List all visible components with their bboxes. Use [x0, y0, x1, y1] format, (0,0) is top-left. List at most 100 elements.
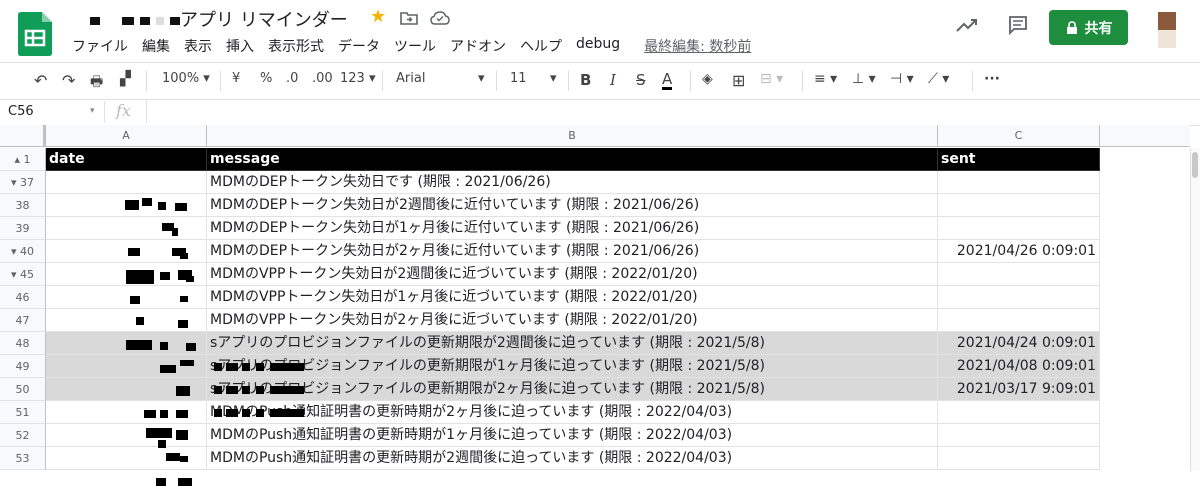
date-cell[interactable] [46, 171, 207, 194]
zoom-select[interactable]: 100% ▾ [162, 71, 210, 86]
sent-cell[interactable]: 2021/04/26 0:09:01 [938, 240, 1100, 263]
sent-cell[interactable] [938, 194, 1100, 217]
vertical-scrollbar[interactable] [1190, 148, 1200, 471]
header-date[interactable]: date [46, 148, 207, 171]
cloud-saved-icon[interactable] [430, 11, 450, 25]
scrollbar-thumb[interactable] [1192, 152, 1198, 178]
header-row[interactable]: ▴ 1 date message sent [0, 148, 1100, 171]
horizontal-align-icon[interactable]: ≡ ▾ [814, 71, 837, 87]
row-number[interactable]: 48 [0, 332, 46, 355]
message-cell[interactable]: MDMのPush通知証明書の更新時期が1ヶ月後に迫っています (期限 : 202… [207, 424, 938, 447]
sent-cell[interactable] [938, 447, 1100, 470]
table-row[interactable]: 46 MDMのVPPトークン失効日が1ヶ月後に近づいています (期限 : 2022… [0, 286, 1100, 309]
avatar[interactable] [1158, 12, 1176, 48]
move-folder-icon[interactable] [400, 11, 418, 25]
share-button[interactable]: 共有 [1049, 10, 1128, 45]
italic-button[interactable]: I [610, 71, 616, 89]
currency-format-button[interactable]: ¥ [232, 71, 240, 86]
text-wrap-icon[interactable]: ⊣ ▾ [890, 71, 914, 87]
row-number[interactable]: ▾ 40 [0, 240, 46, 263]
decrease-decimal-button[interactable]: .0 [286, 71, 298, 86]
more-options-icon[interactable]: ··· [984, 71, 1000, 87]
borders-icon[interactable]: ⊞ [732, 71, 745, 90]
strikethrough-button[interactable]: S [636, 71, 646, 89]
fill-color-icon[interactable]: ◈ [702, 71, 713, 87]
column-header-b[interactable]: B [207, 125, 938, 147]
star-icon[interactable]: ★ [370, 6, 386, 27]
vertical-align-icon[interactable]: ⊥ ▾ [852, 71, 876, 87]
more-formats-select[interactable]: 123 ▾ [340, 71, 376, 86]
row-number[interactable]: 46 [0, 286, 46, 309]
row-number[interactable]: ▴ 1 [0, 148, 46, 171]
menu-addons[interactable]: アドオン [450, 36, 506, 56]
select-all-corner[interactable] [0, 125, 46, 147]
menu-help[interactable]: ヘルプ [520, 36, 562, 56]
date-cell[interactable] [46, 217, 207, 240]
row-number[interactable]: 38 [0, 194, 46, 217]
table-row[interactable]: 53 MDMのPush通知証明書の更新時期が2週間後に迫っています (期限 : 2… [0, 447, 1100, 470]
document-title[interactable]: アプリ リマインダー [90, 6, 348, 32]
menu-insert[interactable]: 挿入 [226, 36, 254, 56]
table-row[interactable]: 47 MDMのVPPトークン失効日が2ヶ月後に近づいています (期限 : 2022… [0, 309, 1100, 332]
sent-cell[interactable] [938, 424, 1100, 447]
message-cell[interactable]: MDMのDEPトークン失効日が1ヶ月後に近付いています (期限 : 2021/0… [207, 217, 938, 240]
merge-cells-icon[interactable]: ⊟ ▾ [760, 71, 783, 87]
row-number[interactable]: 49 [0, 355, 46, 378]
row-number[interactable]: 52 [0, 424, 46, 447]
bold-button[interactable]: B [580, 71, 591, 89]
menu-view[interactable]: 表示 [184, 36, 212, 56]
row-number[interactable]: 51 [0, 401, 46, 424]
column-header-a[interactable]: A [46, 125, 207, 147]
date-cell[interactable] [46, 355, 207, 378]
cell-ref-dropdown-icon[interactable]: ▾ [90, 106, 95, 116]
message-cell[interactable]: MDMのPush通知証明書の更新時期が2ヶ月後に迫っています (期限 : 202… [207, 401, 938, 424]
message-cell[interactable]: MDMのVPPトークン失効日が2ヶ月後に近づいています (期限 : 2022/0… [207, 309, 938, 332]
sent-cell[interactable]: 2021/04/08 0:09:01 [938, 355, 1100, 378]
message-cell[interactable]: MDMのVPPトークン失効日が2週間後に近づいています (期限 : 2022/0… [207, 263, 938, 286]
row-number[interactable]: 50 [0, 378, 46, 401]
sent-cell[interactable] [938, 309, 1100, 332]
undo-icon[interactable]: ↶ [34, 71, 47, 90]
font-size-select[interactable]: 11 ▾ [510, 71, 560, 86]
menu-format[interactable]: 表示形式 [268, 36, 324, 56]
font-select[interactable]: Arial ▾ [396, 71, 486, 86]
text-color-button[interactable]: A [662, 71, 673, 90]
trending-icon[interactable] [956, 18, 978, 32]
sent-cell[interactable] [938, 401, 1100, 424]
row-number[interactable]: ▾ 37 [0, 171, 46, 194]
redo-icon[interactable]: ↷ [62, 71, 75, 90]
table-row[interactable]: ▾ 40 MDMのDEPトークン失効日が2ヶ月後に近付いています (期限 : 20… [0, 240, 1100, 263]
row-number[interactable]: ▾ 45 [0, 263, 46, 286]
column-header-c[interactable]: C [938, 125, 1100, 147]
percent-format-button[interactable]: % [260, 71, 272, 86]
message-cell[interactable]: sアプリのプロビジョンファイルの更新期限が2ヶ月後に迫っています (期限 : 2… [207, 378, 938, 401]
cell-reference-box[interactable]: C56 [8, 104, 34, 119]
row-number[interactable]: 47 [0, 309, 46, 332]
message-cell[interactable]: MDMのPush通知証明書の更新時期が2週間後に迫っています (期限 : 202… [207, 447, 938, 470]
sent-cell[interactable] [938, 171, 1100, 194]
row-number[interactable]: 39 [0, 217, 46, 240]
sent-cell[interactable] [938, 263, 1100, 286]
message-cell[interactable]: sアプリのプロビジョンファイルの更新期限が1ヶ月後に迫っています (期限 : 2… [207, 355, 938, 378]
sent-cell[interactable]: 2021/03/17 9:09:01 [938, 378, 1100, 401]
row-number[interactable]: 53 [0, 447, 46, 470]
message-cell[interactable]: MDMのDEPトークン失効日が2ヶ月後に近付いています (期限 : 2021/0… [207, 240, 938, 263]
header-message[interactable]: message [207, 148, 938, 171]
sent-cell[interactable] [938, 217, 1100, 240]
menu-edit[interactable]: 編集 [142, 36, 170, 56]
header-sent[interactable]: sent [938, 148, 1100, 171]
menu-file[interactable]: ファイル [72, 36, 128, 56]
menu-debug[interactable]: debug [576, 36, 620, 56]
print-icon[interactable]: 🖶 [90, 71, 103, 95]
message-cell[interactable]: MDMのDEPトークン失効日が2週間後に近付いています (期限 : 2021/0… [207, 194, 938, 217]
message-cell[interactable]: MDMのVPPトークン失効日が1ヶ月後に近づいています (期限 : 2022/0… [207, 286, 938, 309]
comment-icon[interactable] [1008, 15, 1028, 35]
message-cell[interactable]: MDMのDEPトークン失効日です (期限 : 2021/06/26) [207, 171, 938, 194]
table-row[interactable]: 50 sアプリのプロビジョンファイルの更新期限が2ヶ月後に迫っています (期限 :… [0, 378, 1100, 401]
text-rotation-icon[interactable]: ⟋ ▾ [928, 71, 949, 87]
message-cell[interactable]: sアプリのプロビジョンファイルの更新期限が2週間後に迫っています (期限 : 2… [207, 332, 938, 355]
menu-tools[interactable]: ツール [394, 36, 436, 56]
table-row[interactable]: ▾ 37 MDMのDEPトークン失効日です (期限 : 2021/06/26) [0, 171, 1100, 194]
sent-cell[interactable] [938, 286, 1100, 309]
menu-data[interactable]: データ [338, 36, 380, 56]
